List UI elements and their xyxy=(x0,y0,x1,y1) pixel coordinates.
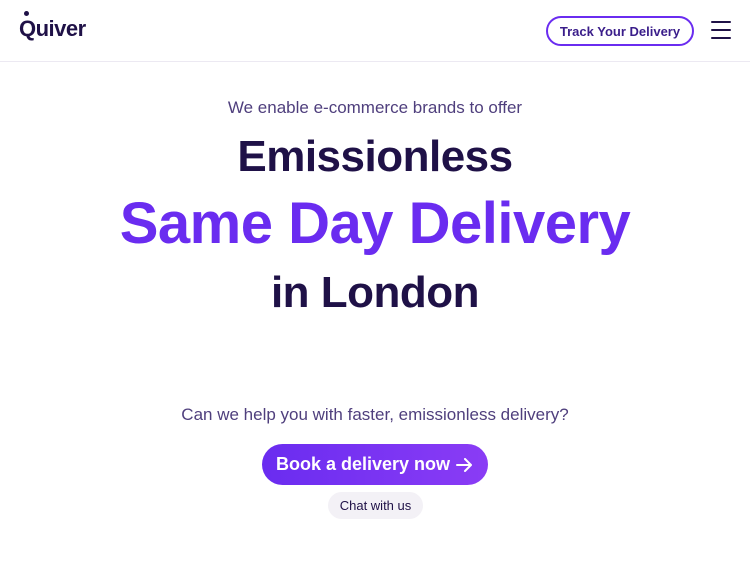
logo-dot-icon xyxy=(24,11,29,16)
hero-title-line-1: Emissionless xyxy=(237,132,513,181)
book-delivery-button[interactable]: Book a delivery now xyxy=(262,444,488,485)
chat-with-us-button[interactable]: Chat with us xyxy=(328,492,423,519)
logo-text: Quiver xyxy=(19,11,86,42)
book-delivery-label: Book a delivery now xyxy=(275,454,451,474)
hero-title-line-2: Same Day Delivery xyxy=(119,191,631,256)
menu-bar xyxy=(711,37,731,39)
site-header: Quiver Track Your Delivery xyxy=(0,0,750,62)
quiver-logo[interactable]: Quiver xyxy=(19,11,86,44)
menu-bar xyxy=(711,21,731,23)
arrow-right-icon xyxy=(456,457,473,472)
hero-eyebrow: We enable e-commerce brands to offer xyxy=(227,98,523,117)
cta-question: Can we help you with faster, emissionles… xyxy=(181,405,569,424)
hero-title-line-3: in London xyxy=(270,268,480,317)
menu-bar xyxy=(711,29,731,31)
hamburger-menu-icon[interactable] xyxy=(711,21,733,39)
track-delivery-button[interactable]: Track Your Delivery xyxy=(546,16,694,46)
